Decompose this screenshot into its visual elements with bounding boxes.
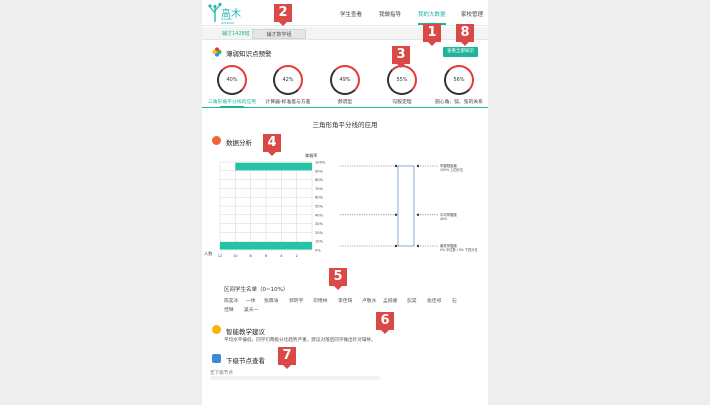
student-name[interactable]: 佳琳 [224, 306, 234, 313]
marker-dot [394, 244, 398, 248]
knowledge-point[interactable]: 49% 频谱型 [317, 65, 373, 105]
y-tick-label: 100% [315, 161, 326, 165]
student-name[interactable]: 石 [452, 297, 457, 304]
warning-title: 薄弱知识点预警 [226, 50, 272, 58]
data-analysis-icon [212, 136, 221, 145]
selected-knowledge-indicator [220, 106, 244, 108]
student-name[interactable]: 张霖涛 [264, 297, 278, 304]
nav-big-data[interactable]: 我的大数据 [418, 10, 446, 18]
callout-3: 3 [392, 46, 410, 68]
student-name[interactable]: 詹佳祁 [427, 297, 441, 304]
student-name[interactable]: 邓博林 [313, 297, 327, 304]
x-tick-label: 12 [218, 254, 223, 258]
y-tick-label: 30% [315, 222, 324, 226]
x-tick-label: 8 [250, 254, 253, 258]
student-name[interactable]: 郭昕宇 [289, 297, 303, 304]
brand-logo[interactable]: 高木 GAOMU WISDOM [208, 2, 244, 25]
next-level-scrollbar[interactable] [210, 376, 380, 380]
callout-1: 1 [423, 24, 441, 46]
callout-4: 4 [263, 134, 281, 156]
x-tick-label: 4 [280, 254, 283, 258]
y-tick-label: 0% [315, 249, 321, 253]
box-plot [397, 165, 415, 247]
y-tick-label: 40% [315, 213, 324, 217]
marker-dot [394, 213, 398, 216]
mastery-ring: 40% [217, 65, 247, 95]
student-list-label: 区间学生名单（0~10%） [224, 287, 289, 293]
knowledge-point[interactable]: 42% 计算器-标准差与方差 [260, 65, 316, 105]
mastery-ring: 56% [444, 65, 474, 95]
tree-icon [208, 2, 222, 22]
marker-sublabel: 100% 上四分位 [440, 167, 464, 172]
y-tick-label: 20% [315, 231, 324, 235]
y-tick-label: 10% [315, 240, 324, 244]
x-tick-label: 6 [265, 254, 268, 258]
marker-dot [394, 164, 398, 168]
student-name[interactable]: 孟婉睿 [383, 297, 397, 304]
tab-class[interactable]: 辅才1428班 [222, 29, 250, 39]
tab-math-group[interactable]: 辅才数学组 [252, 29, 306, 39]
knowledge-point-name: 计算器-标准差与方差 [265, 100, 311, 105]
student-name[interactable]: 李佳琦 [338, 297, 352, 304]
flower-icon [212, 47, 222, 57]
callout-7: 7 [278, 347, 296, 369]
marker-sublabel: 40% [440, 217, 447, 221]
main-page: 高木 GAOMU WISDOM 学生查看 我做指导 我的大数据 家校管理 辅才1… [202, 0, 488, 405]
lightbulb-icon [212, 325, 221, 334]
bar [235, 162, 312, 171]
mastery-ring: 49% [330, 65, 360, 95]
mastery-chart-svg: 100% 90% 80% 70% 60% 50% 40% 30% 20% 10% 0% 12 10 8 6 4… [204, 152, 478, 258]
marker-dot [416, 164, 420, 168]
knowledge-point[interactable]: 40% 三角形角平分线的应用 [204, 65, 260, 105]
advice-title: 智能教学建议 [226, 328, 265, 336]
nav-home-school[interactable]: 家校管理 [461, 10, 483, 18]
knowledge-point[interactable]: 55% 勾股定理 [374, 65, 430, 105]
knowledge-detail-title: 三角形角平分线的应用 [312, 121, 378, 129]
callout-6: 6 [376, 312, 394, 334]
student-name[interactable]: 陈奕冰 [224, 297, 238, 304]
x-tick-label: 10 [233, 254, 238, 258]
class-tabs: 辅才1428班 辅才数学组 [202, 27, 488, 40]
student-name[interactable]: 吴天一 [244, 306, 258, 313]
marker-dot [416, 244, 420, 248]
callout-8: 8 [456, 24, 474, 46]
nav-guidance[interactable]: 我做指导 [379, 10, 401, 18]
student-name[interactable]: 彭昊 [407, 297, 417, 304]
mastery-ring: 42% [273, 65, 303, 95]
view-all-knowledge-button[interactable]: 查看全部知识 [443, 47, 478, 57]
callout-2: 2 [274, 4, 292, 26]
callout-5: 5 [329, 268, 347, 290]
y-tick-label: 50% [315, 205, 324, 209]
advice-text: 平均水平偏低，同学们两极分化趋势严重，建议对落后同学做出针对辅导。 [224, 338, 376, 343]
marker-dot [416, 213, 420, 216]
student-name[interactable]: 卢敬水 [362, 297, 376, 304]
knowledge-point-name: 勾股定理 [392, 100, 412, 105]
brand-subtitle: GAOMU WISDOM [221, 17, 235, 25]
y-tick-label: 70% [315, 187, 324, 191]
nav-student-view[interactable]: 学生查看 [340, 10, 362, 18]
y-tick-label: 80% [315, 178, 324, 182]
marker-sublabel: 0% 中位数 / 0% 下四分位 [440, 247, 478, 252]
x-axis-label: 人数 [204, 250, 213, 257]
knowledge-divider [202, 107, 488, 108]
y-tick-label: 60% [315, 196, 324, 200]
mastery-ring: 55% [387, 65, 417, 95]
mastery-chart: 100% 90% 80% 70% 60% 50% 40% 30% 20% 10% 0% 12 10 8 6 4… [202, 150, 488, 262]
student-name[interactable]: 一休 [246, 297, 256, 304]
hierarchy-icon [212, 354, 221, 363]
knowledge-point-name: 频谱型 [337, 100, 353, 105]
next-level-title: 下级节点查看 [226, 357, 265, 365]
y-tick-label: 90% [315, 169, 324, 173]
top-bar: 高木 GAOMU WISDOM 学生查看 我做指导 我的大数据 家校管理 [202, 0, 488, 26]
knowledge-point-name: 圆心角、弧、弦的关系 [435, 100, 483, 105]
y-axis-label: 掌握率 [305, 152, 318, 159]
bar [220, 242, 312, 250]
knowledge-point-name: 三角形角平分线的应用 [208, 100, 256, 105]
knowledge-point[interactable]: 56% 圆心角、弧、弦的关系 [431, 65, 487, 105]
data-analysis-title: 数据分析 [226, 139, 252, 147]
x-tick-label: 2 [296, 254, 298, 258]
